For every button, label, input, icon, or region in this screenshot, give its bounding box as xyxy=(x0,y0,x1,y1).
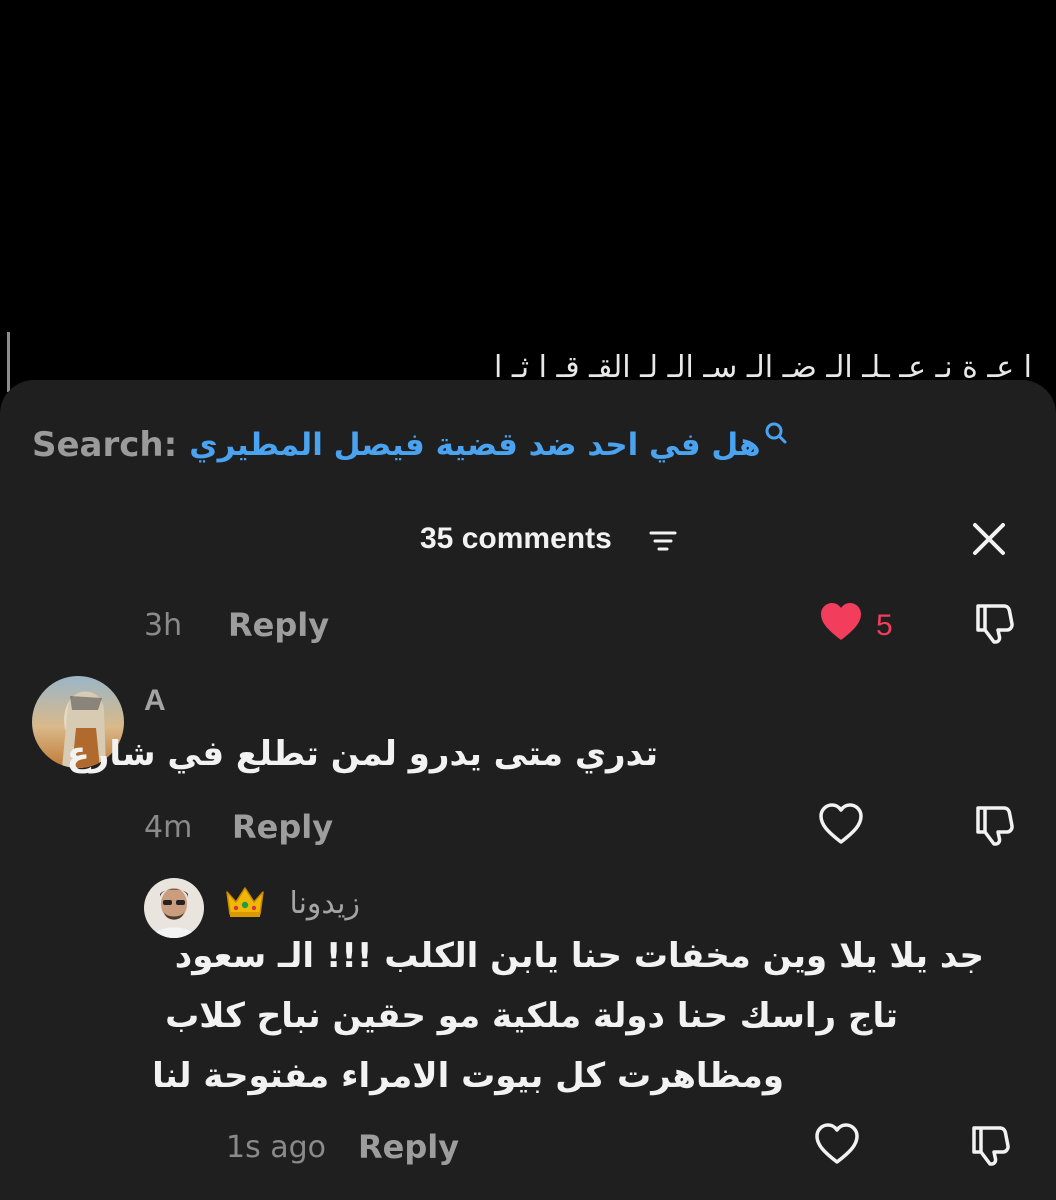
search-label: Search: xyxy=(32,425,178,465)
background-divider xyxy=(7,332,10,392)
dislike-icon[interactable] xyxy=(972,802,1018,848)
heart-outline-icon[interactable] xyxy=(818,802,864,848)
crown-icon xyxy=(226,887,264,917)
reply-text-line: جد يلا يلا وين مخفات حنا يابن الكلب !!! … xyxy=(174,936,984,976)
search-query[interactable]: هل في احد ضد قضية فيصل المطيري xyxy=(189,427,760,463)
dislike-icon[interactable] xyxy=(972,600,1018,646)
heart-filled-icon[interactable] xyxy=(818,600,864,646)
dislike-icon[interactable] xyxy=(968,1122,1014,1168)
heart-outline-icon[interactable] xyxy=(814,1122,860,1168)
comment-count: 35 comments xyxy=(420,522,612,555)
reply-button[interactable]: Reply xyxy=(228,606,329,644)
reply-username[interactable]: زيدونا xyxy=(289,886,360,921)
search-icon xyxy=(765,422,787,444)
sort-filter-icon[interactable] xyxy=(648,526,678,556)
reply-time: 1s ago xyxy=(226,1130,327,1165)
reply-text-line: ومظاهرت كل بيوت الامراء مفتوحة لنا xyxy=(152,1056,784,1096)
comment-username[interactable]: A xyxy=(144,684,166,718)
close-icon[interactable] xyxy=(966,516,1012,562)
comment-time: 4m xyxy=(144,810,193,845)
comments-header: 35 comments xyxy=(0,518,1056,566)
screen: ا عـ ة نـ عـ ـلـ الـ ضـ الـ سـ الـ لـ ال… xyxy=(0,0,1056,1200)
background-post-text: ا عـ ة نـ عـ ـلـ الـ ضـ الـ سـ الـ لـ ال… xyxy=(494,350,1032,380)
reply-button[interactable]: Reply xyxy=(232,808,333,846)
comment-time: 3h xyxy=(144,608,183,643)
comments-sheet: Search: هل في احد ضد قضية فيصل المطيري 3… xyxy=(0,380,1056,1200)
like-count: 5 xyxy=(876,609,893,642)
comment-text: تدري متى يدرو لمن تطلع في شارع xyxy=(66,734,658,774)
search-suggestion[interactable]: Search: هل في احد ضد قضية فيصل المطيري xyxy=(32,420,789,470)
reply-text-line: تاج راسك حنا دولة ملكية مو حقين نباح كلا… xyxy=(165,996,898,1036)
reply-button[interactable]: Reply xyxy=(358,1128,459,1166)
